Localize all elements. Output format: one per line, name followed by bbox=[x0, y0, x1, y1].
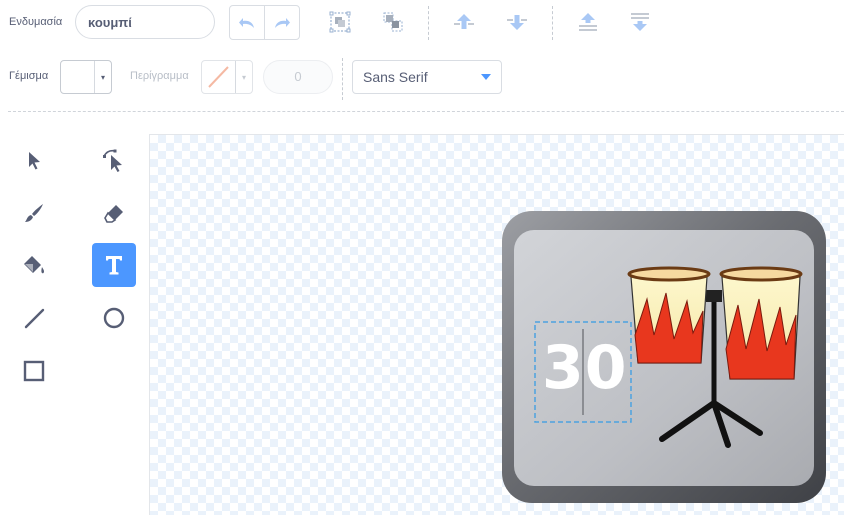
outline-label: Περίγραμμα bbox=[130, 70, 189, 82]
outline-width-input[interactable]: 0 bbox=[263, 60, 333, 94]
bongo-drum-left-icon bbox=[627, 266, 711, 364]
circle-tool[interactable] bbox=[92, 296, 136, 340]
backward-button[interactable] bbox=[505, 10, 529, 34]
redo-icon bbox=[275, 17, 290, 28]
select-tool[interactable] bbox=[12, 138, 56, 182]
fill-label: Γέμισμα bbox=[9, 70, 49, 82]
undo-button[interactable] bbox=[230, 6, 265, 39]
rectangle-icon bbox=[23, 360, 45, 382]
redo-button[interactable] bbox=[265, 6, 299, 39]
brush-icon bbox=[25, 204, 43, 222]
ungroup-button[interactable] bbox=[380, 9, 406, 35]
paint-bucket-icon bbox=[24, 256, 45, 274]
outline-swatch-none-icon bbox=[202, 61, 236, 93]
toolbar-divider-horizontal bbox=[8, 111, 844, 112]
font-select-value: Sans Serif bbox=[363, 69, 428, 85]
reshape-tool[interactable] bbox=[92, 138, 136, 182]
bongo-drum-right-icon bbox=[719, 266, 803, 380]
dropdown-caret-icon: ▾ bbox=[100, 72, 105, 82]
forward-button[interactable] bbox=[452, 10, 476, 34]
reshape-icon bbox=[103, 149, 122, 172]
group-icon bbox=[329, 11, 351, 33]
button-costume-art bbox=[502, 211, 826, 503]
rectangle-tool[interactable] bbox=[12, 349, 56, 393]
fill-tool[interactable] bbox=[12, 243, 56, 287]
toolbar-divider bbox=[552, 6, 553, 40]
costume-label: Ενδυμασία bbox=[9, 16, 63, 28]
undo-icon bbox=[239, 17, 254, 28]
brush-tool[interactable] bbox=[12, 191, 56, 235]
paint-canvas[interactable]: 30 bbox=[149, 134, 844, 515]
undo-redo-group bbox=[229, 5, 300, 40]
group-button[interactable] bbox=[327, 9, 353, 35]
dropdown-caret-icon: ▾ bbox=[241, 72, 246, 82]
font-select[interactable]: Sans Serif bbox=[352, 60, 502, 94]
eraser-tool[interactable] bbox=[92, 191, 136, 235]
front-button[interactable] bbox=[576, 10, 600, 34]
ungroup-icon bbox=[383, 12, 403, 32]
fill-color-picker[interactable]: ▾ bbox=[60, 60, 112, 94]
canvas-text-object[interactable]: 30 bbox=[542, 333, 628, 403]
costume-name-input[interactable] bbox=[75, 5, 215, 39]
line-icon bbox=[24, 308, 45, 329]
circle-icon bbox=[103, 307, 125, 329]
text-icon bbox=[106, 256, 122, 275]
text-tool[interactable] bbox=[92, 243, 136, 287]
toolbar-divider bbox=[342, 58, 343, 100]
eraser-icon bbox=[104, 205, 123, 223]
backward-icon bbox=[507, 15, 527, 30]
fill-swatch bbox=[61, 61, 95, 93]
arrow-pointer-icon bbox=[29, 152, 40, 170]
back-icon bbox=[631, 13, 649, 31]
outline-color-picker[interactable]: ▾ bbox=[201, 60, 253, 94]
line-tool[interactable] bbox=[12, 296, 56, 340]
toolbar-divider bbox=[428, 6, 429, 40]
back-button[interactable] bbox=[628, 10, 652, 34]
forward-icon bbox=[454, 14, 474, 29]
dropdown-caret-icon bbox=[481, 74, 491, 80]
front-icon bbox=[579, 13, 597, 31]
